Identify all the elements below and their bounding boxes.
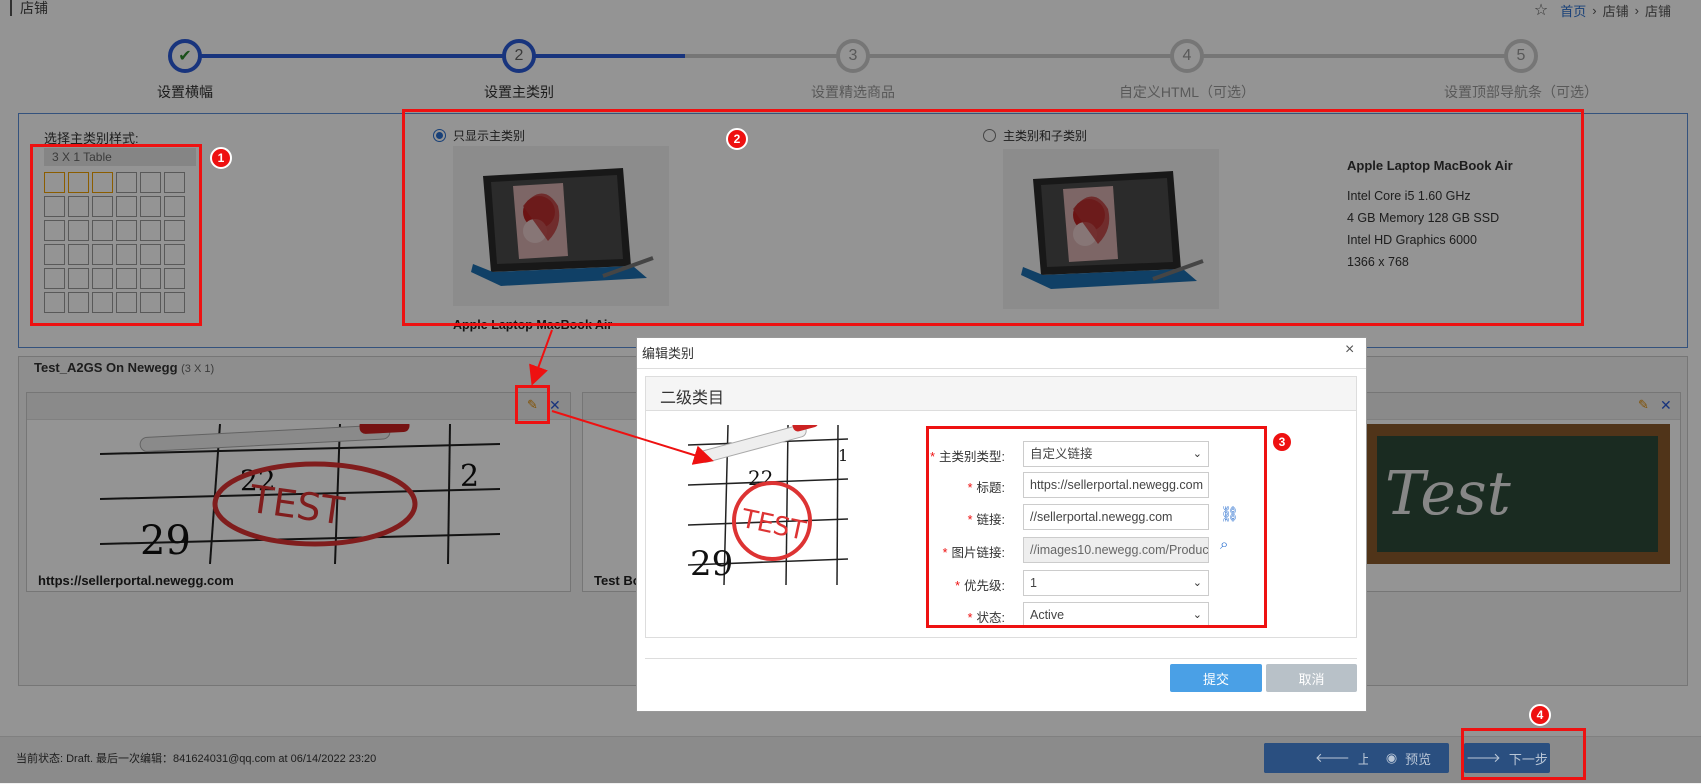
annotation-arrows (529, 329, 714, 465)
annotation-arrow (529, 329, 553, 386)
annotation-arrow (551, 410, 714, 465)
